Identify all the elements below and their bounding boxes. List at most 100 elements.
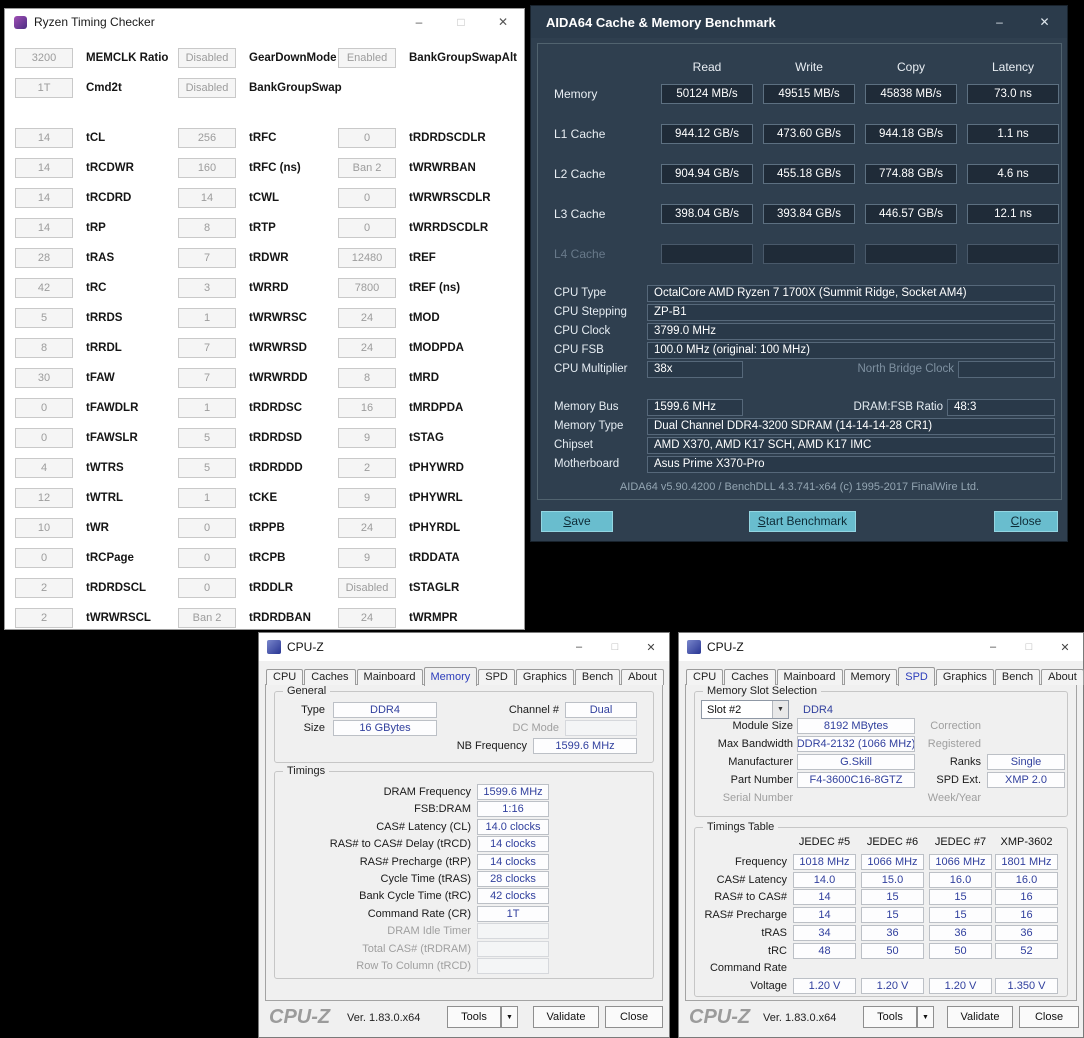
close-button[interactable]: Close [605, 1006, 663, 1028]
table-value-field[interactable]: 16 [995, 889, 1058, 905]
timing-value-field[interactable]: 2 [15, 578, 73, 598]
timing-value-field[interactable]: 1T [15, 78, 73, 98]
timing-value-field[interactable]: 1 [178, 308, 236, 328]
table-value-field[interactable]: 16.0 [929, 872, 992, 888]
timing-value-field[interactable]: 7 [178, 338, 236, 358]
close-icon[interactable]: ✕ [1047, 633, 1083, 661]
channel-field[interactable]: Dual [565, 702, 637, 718]
timing-value-field[interactable]: 12480 [338, 248, 396, 268]
close-button[interactable]: Close [994, 511, 1058, 532]
spd-value-field[interactable]: 8192 MBytes [797, 718, 915, 734]
timing-value-field[interactable]: 28 clocks [477, 871, 549, 887]
tab-memory[interactable]: Memory [423, 667, 478, 686]
timing-value-field[interactable]: 3200 [15, 48, 73, 68]
maximize-icon[interactable]: □ [597, 633, 633, 661]
close-icon[interactable]: ✕ [482, 9, 524, 35]
table-value-field[interactable]: 1801 MHz [995, 854, 1058, 870]
timing-value-field[interactable]: 1:16 [477, 801, 549, 817]
minimize-icon[interactable]: – [561, 633, 597, 661]
table-value-field[interactable]: 1066 MHz [929, 854, 992, 870]
timing-value-field[interactable]: 1T [477, 906, 549, 922]
timing-value-field[interactable]: Ban 2 [338, 158, 396, 178]
slot-select[interactable]: Slot #2 ▼ [701, 700, 789, 719]
save-button[interactable]: Save [541, 511, 613, 532]
spd-value-field[interactable]: XMP 2.0 [987, 772, 1065, 788]
timing-value-field[interactable]: 14 [178, 188, 236, 208]
timing-value-field[interactable]: 5 [15, 308, 73, 328]
table-value-field[interactable]: 36 [861, 925, 924, 941]
info-value-field[interactable]: Asus Prime X370-Pro [647, 455, 1055, 473]
nb-frequency-field[interactable]: 1599.6 MHz [533, 738, 637, 754]
table-value-field[interactable]: 1018 MHz [793, 854, 856, 870]
bench-value-field[interactable]: 473.60 GB/s [763, 124, 855, 144]
dram-fsb-ratio-field[interactable]: 48:3 [947, 398, 1055, 416]
table-value-field[interactable]: 14.0 [793, 872, 856, 888]
minimize-icon[interactable]: – [398, 9, 440, 35]
timing-value-field[interactable]: 8 [178, 218, 236, 238]
bench-value-field[interactable]: 49515 MB/s [763, 84, 855, 104]
info-value-field[interactable]: ZP-B1 [647, 303, 1055, 321]
table-value-field[interactable]: 14 [793, 889, 856, 905]
bench-value-field[interactable]: 455.18 GB/s [763, 164, 855, 184]
timing-value-field[interactable]: 2 [15, 608, 73, 628]
tab-graphics[interactable]: Graphics [515, 669, 574, 685]
bench-value-field[interactable]: 4.6 ns [967, 164, 1059, 184]
timing-value-field[interactable]: 1 [178, 488, 236, 508]
timing-value-field[interactable]: 9 [338, 428, 396, 448]
tools-dropdown-icon[interactable]: ▼ [917, 1006, 934, 1028]
table-value-field[interactable]: 36 [995, 925, 1058, 941]
timing-value-field[interactable]: 0 [178, 548, 236, 568]
table-value-field[interactable]: 15 [929, 907, 992, 923]
tab-cpu[interactable]: CPU [266, 669, 304, 685]
timing-value-field[interactable]: 8 [338, 368, 396, 388]
close-icon[interactable]: ✕ [633, 633, 669, 661]
timing-value-field[interactable]: 0 [15, 398, 73, 418]
info-value-field[interactable]: Dual Channel DDR4-3200 SDRAM (14-14-14-2… [647, 417, 1055, 435]
timing-value-field[interactable]: 24 [338, 308, 396, 328]
timing-value-field[interactable]: Disabled [178, 78, 236, 98]
minimize-icon[interactable]: – [975, 633, 1011, 661]
bench-value-field[interactable]: 12.1 ns [967, 204, 1059, 224]
table-value-field[interactable]: 34 [793, 925, 856, 941]
timing-value-field[interactable]: 9 [338, 488, 396, 508]
timing-value-field[interactable]: 1599.6 MHz [477, 784, 549, 800]
memory-bus-field[interactable]: 1599.6 MHz [647, 398, 743, 416]
timing-value-field[interactable] [477, 958, 549, 974]
info-value-field[interactable]: AMD X370, AMD K17 SCH, AMD K17 IMC [647, 436, 1055, 454]
table-value-field[interactable]: 1.20 V [929, 978, 992, 994]
bench-value-field[interactable]: 45838 MB/s [865, 84, 957, 104]
timing-value-field[interactable]: 9 [338, 548, 396, 568]
timing-value-field[interactable]: 24 [338, 338, 396, 358]
table-value-field[interactable]: 1.350 V [995, 978, 1058, 994]
close-button[interactable]: Close [1019, 1006, 1079, 1028]
timing-value-field[interactable] [477, 941, 549, 957]
table-value-field[interactable]: 16.0 [995, 872, 1058, 888]
tools-button[interactable]: Tools [863, 1006, 917, 1028]
timing-value-field[interactable]: 1 [178, 398, 236, 418]
table-value-field[interactable]: 48 [793, 943, 856, 959]
timing-value-field[interactable]: 0 [15, 548, 73, 568]
north-bridge-clock-field[interactable] [958, 360, 1055, 378]
type-field[interactable]: DDR4 [333, 702, 437, 718]
table-value-field[interactable]: 15 [861, 907, 924, 923]
minimize-icon[interactable]: – [977, 6, 1022, 38]
table-value-field[interactable]: 15 [861, 889, 924, 905]
start-benchmark-button[interactable]: Start Benchmark [749, 511, 856, 532]
timing-value-field[interactable]: 14.0 clocks [477, 819, 549, 835]
timing-value-field[interactable]: 14 clocks [477, 854, 549, 870]
bench-value-field[interactable] [661, 244, 753, 264]
maximize-icon[interactable]: □ [440, 9, 482, 35]
table-value-field[interactable]: 1.20 V [793, 978, 856, 994]
timing-value-field[interactable]: 30 [15, 368, 73, 388]
combo-dropdown-icon[interactable]: ▼ [772, 701, 788, 718]
table-value-field[interactable]: 50 [929, 943, 992, 959]
timing-value-field[interactable]: 24 [338, 518, 396, 538]
validate-button[interactable]: Validate [533, 1006, 599, 1028]
timing-value-field[interactable]: 14 [15, 188, 73, 208]
timing-value-field[interactable]: Ban 2 [178, 608, 236, 628]
validate-button[interactable]: Validate [947, 1006, 1013, 1028]
timing-value-field[interactable]: 256 [178, 128, 236, 148]
spd-value-field[interactable]: Single [987, 754, 1065, 770]
tab-caches[interactable]: Caches [724, 669, 776, 685]
tab-bench[interactable]: Bench [994, 669, 1041, 685]
